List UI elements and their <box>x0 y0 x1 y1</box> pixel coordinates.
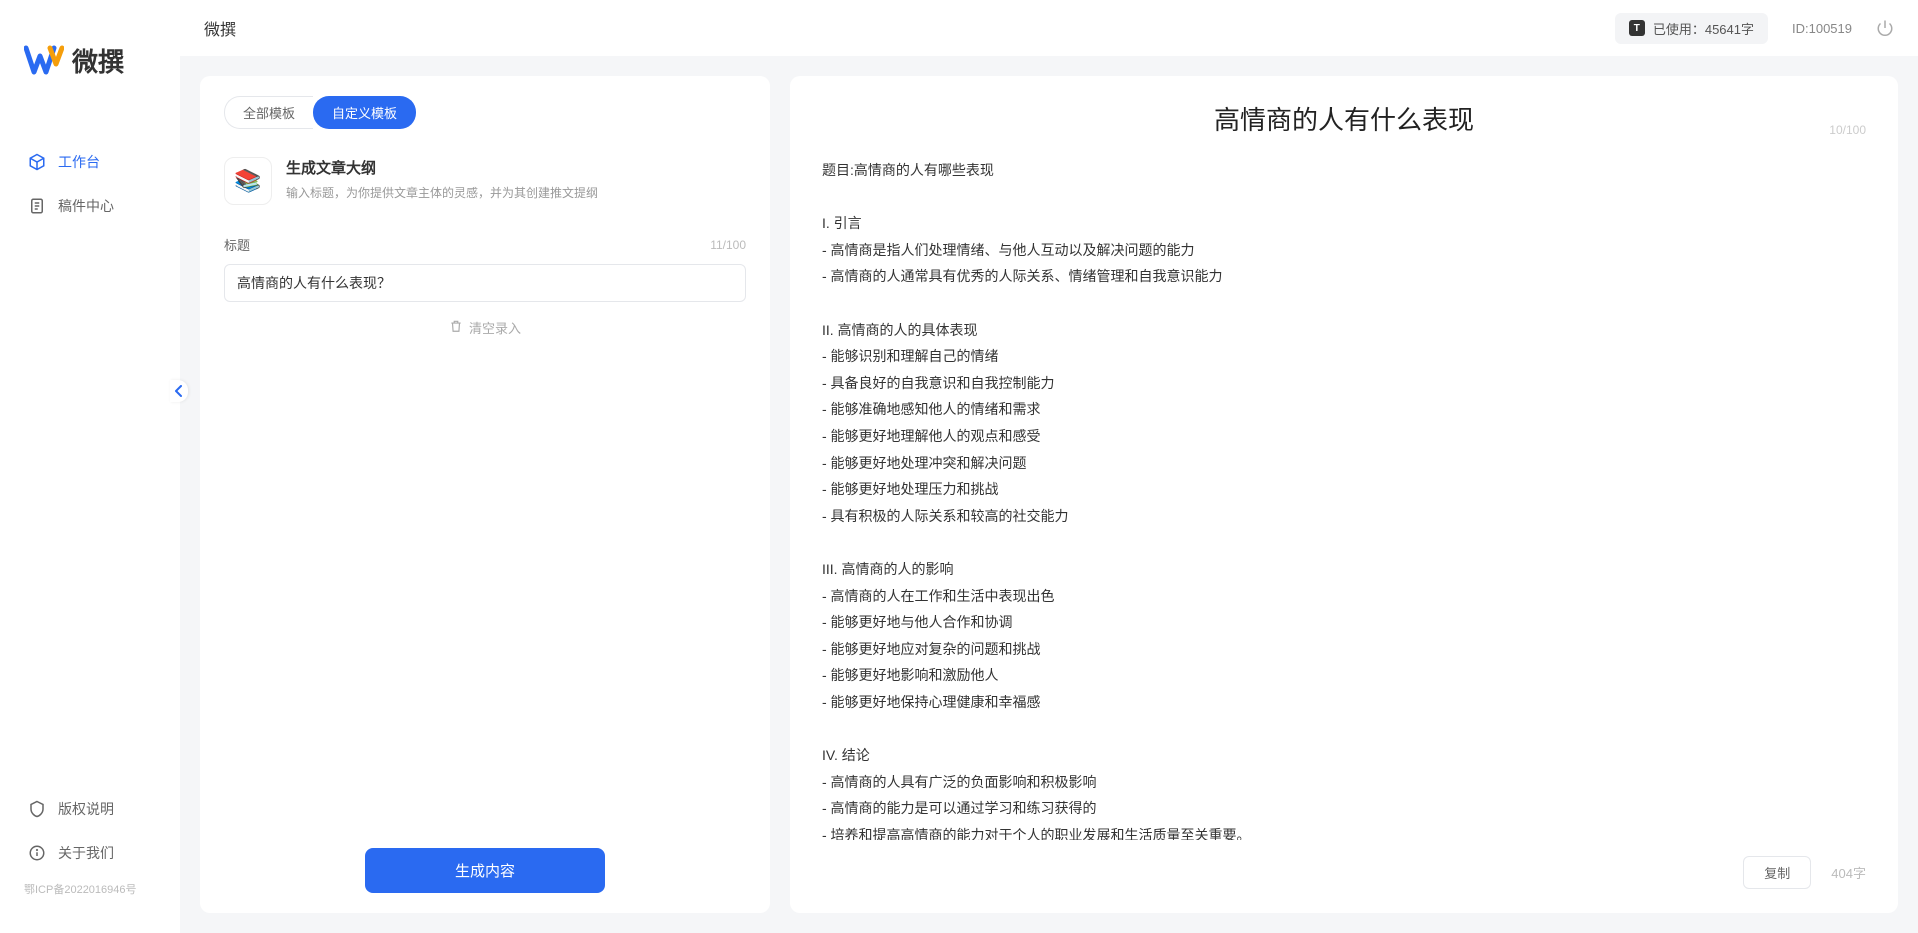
logo: 微撰 <box>0 20 180 110</box>
word-count: 404字 <box>1831 863 1866 882</box>
shield-icon <box>28 800 46 818</box>
copy-button[interactable]: 复制 <box>1743 856 1811 889</box>
nav-item-workspace[interactable]: 工作台 <box>0 140 180 184</box>
template-card: 📚 生成文章大纲 输入标题，为你提供文章主体的灵感，并为其创建推文提纲 <box>224 149 746 225</box>
generate-button[interactable]: 生成内容 <box>365 848 605 893</box>
books-icon: 📚 <box>224 157 272 205</box>
nav-item-about[interactable]: 关于我们 <box>0 831 180 875</box>
tab-custom-templates[interactable]: 自定义模板 <box>313 96 416 129</box>
nav-label: 关于我们 <box>58 843 114 863</box>
logo-icon <box>24 40 64 80</box>
cube-icon <box>28 153 46 171</box>
output-panel: 高情商的人有什么表现 10/100 题目:高情商的人有哪些表现 I. 引言 - … <box>790 76 1898 913</box>
nav-main: 工作台 稿件中心 <box>0 110 180 787</box>
nav-label: 版权说明 <box>58 799 114 819</box>
main: 微撰 T 已使用：45641字 ID:100519 全部模板 自定义模板 <box>180 0 1918 933</box>
clear-input-button[interactable]: 清空录入 <box>449 318 521 337</box>
sidebar-bottom: 版权说明 关于我们 鄂ICP备2022016946号 <box>0 787 180 913</box>
nav-item-copyright[interactable]: 版权说明 <box>0 787 180 831</box>
text-icon: T <box>1629 20 1645 36</box>
tab-all-templates[interactable]: 全部模板 <box>224 96 313 129</box>
field-char-count: 11/100 <box>710 238 746 252</box>
topbar: 微撰 T 已使用：45641字 ID:100519 <box>180 0 1918 56</box>
logo-text: 微撰 <box>72 42 124 79</box>
user-id: ID:100519 <box>1792 21 1852 36</box>
doc-icon <box>28 197 46 215</box>
result-title[interactable]: 高情商的人有什么表现 <box>822 100 1866 137</box>
sidebar-collapse-handle[interactable] <box>170 380 188 402</box>
usage-pill[interactable]: T 已使用：45641字 <box>1615 13 1768 44</box>
input-panel: 全部模板 自定义模板 📚 生成文章大纲 输入标题，为你提供文章主体的灵感，并为其… <box>200 76 770 913</box>
icp-text: 鄂ICP备2022016946号 <box>0 875 180 903</box>
info-icon <box>28 844 46 862</box>
template-desc: 输入标题，为你提供文章主体的灵感，并为其创建推文提纲 <box>286 184 746 202</box>
title-input[interactable] <box>224 264 746 302</box>
sidebar: 微撰 工作台 稿件中心 版权说明 <box>0 0 180 933</box>
template-tabs: 全部模板 自定义模板 <box>224 96 746 129</box>
page-title: 微撰 <box>204 16 236 40</box>
nav-label: 工作台 <box>58 152 100 172</box>
result-body[interactable]: 题目:高情商的人有哪些表现 I. 引言 - 高情商是指人们处理情绪、与他人互动以… <box>822 157 1866 840</box>
field-label-title: 标题 <box>224 235 250 254</box>
clear-label: 清空录入 <box>469 318 521 337</box>
power-icon[interactable] <box>1876 19 1894 37</box>
nav-item-drafts[interactable]: 稿件中心 <box>0 184 180 228</box>
trash-icon <box>449 319 463 336</box>
nav-label: 稿件中心 <box>58 196 114 216</box>
usage-label: 已使用：45641字 <box>1653 19 1754 38</box>
title-char-count: 10/100 <box>1829 123 1866 137</box>
template-title: 生成文章大纲 <box>286 157 746 178</box>
